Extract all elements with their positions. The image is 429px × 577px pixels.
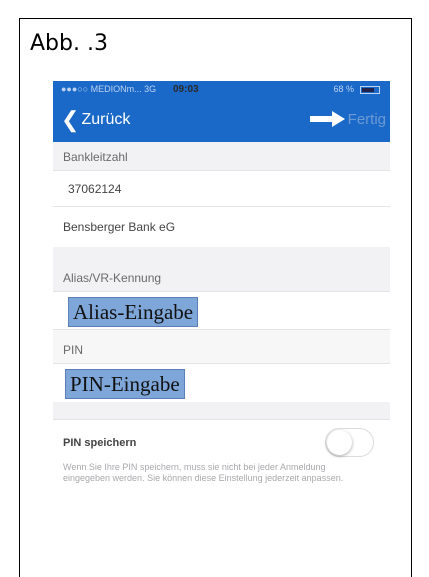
bank-name: Bensberger Bank eG xyxy=(63,220,176,234)
alias-label: Alias/VR-Kennung xyxy=(63,271,162,285)
alias-annotation: Alias-Eingabe xyxy=(68,297,199,327)
done-label: Fertig xyxy=(347,110,386,128)
bankleitzahl-label: Bankleitzahl xyxy=(63,150,128,164)
figure-label: Abb. .3 xyxy=(30,31,108,56)
carrier-text: ●●●○○ MEDIONm... 3G xyxy=(61,84,157,94)
battery-percent: 68 % xyxy=(333,84,354,94)
bank-name-row: Bensberger Bank eG xyxy=(53,206,390,247)
save-pin-note: Wenn Sie Ihre PIN speichern, muss sie ni… xyxy=(63,462,344,483)
pin-label-row: PIN xyxy=(53,329,390,364)
pin-label: PIN xyxy=(63,343,84,357)
pin-field[interactable]: PIN-Eingabe xyxy=(53,363,390,402)
save-pin-toggle[interactable] xyxy=(325,428,374,457)
bankleitzahl-field[interactable]: 37062124 xyxy=(53,170,390,207)
arrow-right-icon xyxy=(309,111,345,127)
save-pin-label: PIN speichern xyxy=(63,437,137,449)
toggle-knob xyxy=(327,430,352,455)
navigation-bar: ●●●○○ MEDIONm... 3G 09:03 68 % ❮ Zurück … xyxy=(53,81,390,142)
pin-annotation: PIN-Eingabe xyxy=(65,369,185,399)
back-button[interactable]: ❮ Zurück xyxy=(61,109,130,131)
save-pin-row: PIN speichern Wenn Sie Ihre PIN speicher… xyxy=(53,419,390,508)
battery-icon xyxy=(360,86,380,94)
clock-text: 09:03 xyxy=(173,84,199,95)
done-button[interactable]: Fertig xyxy=(309,110,386,128)
phone-screen: ●●●○○ MEDIONm... 3G 09:03 68 % ❮ Zurück … xyxy=(53,81,390,508)
alias-field[interactable]: Alias-Eingabe xyxy=(53,291,390,330)
chevron-left-icon: ❮ xyxy=(61,107,80,132)
status-bar: ●●●○○ MEDIONm... 3G 09:03 68 % xyxy=(61,84,382,98)
back-label: Zurück xyxy=(81,111,131,128)
bankleitzahl-value: 37062124 xyxy=(68,182,122,196)
